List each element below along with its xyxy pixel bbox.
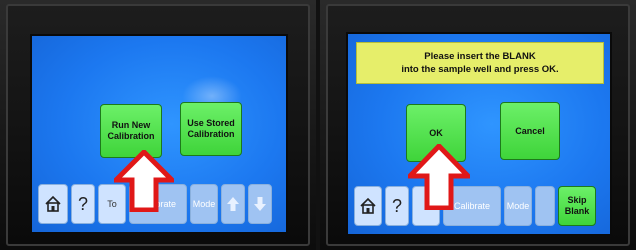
skip-blank-button[interactable]: Skip Blank bbox=[558, 186, 596, 226]
right-taskbar: ? Calibrate Mode Skip Blank bbox=[354, 186, 596, 226]
run-new-calibration-button[interactable]: Run New Calibration bbox=[100, 104, 162, 158]
ok-label: OK bbox=[429, 127, 443, 138]
blank-button[interactable] bbox=[535, 186, 555, 226]
right-touchscreen: Please insert the BLANK into the sample … bbox=[346, 32, 612, 236]
run-new-label-2: Calibration bbox=[107, 131, 155, 141]
help-label: ? bbox=[391, 195, 402, 216]
right-device-photo: Please insert the BLANK into the sample … bbox=[320, 0, 636, 250]
scroll-down-button[interactable] bbox=[248, 184, 272, 224]
left-device-photo: Run New Calibration Use Stored Calibrati… bbox=[0, 0, 316, 250]
help-label: ? bbox=[77, 193, 88, 214]
run-new-label-1: Run New bbox=[111, 120, 151, 130]
use-stored-calibration-button[interactable]: Use Stored Calibration bbox=[180, 102, 242, 156]
home-icon bbox=[45, 195, 61, 212]
scroll-up-button[interactable] bbox=[221, 184, 245, 224]
insert-blank-prompt: Please insert the BLANK into the sample … bbox=[356, 42, 604, 84]
calibrate-label: Calibrate bbox=[453, 201, 491, 211]
help-button[interactable]: ? bbox=[71, 184, 95, 224]
ok-button[interactable]: OK bbox=[406, 104, 466, 162]
skip-blank-label-2: Blank bbox=[564, 206, 590, 216]
mode-label: Mode bbox=[192, 199, 216, 209]
home-button[interactable] bbox=[354, 186, 382, 226]
use-stored-label-2: Calibration bbox=[187, 129, 235, 139]
skip-blank-label-1: Skip bbox=[567, 195, 587, 205]
use-stored-label-1: Use Stored bbox=[187, 118, 235, 128]
arrow-down-icon bbox=[254, 197, 266, 211]
home-button[interactable] bbox=[38, 184, 68, 224]
mode-button[interactable]: Mode bbox=[504, 186, 532, 226]
home-icon bbox=[360, 197, 376, 214]
left-touchscreen: Run New Calibration Use Stored Calibrati… bbox=[30, 34, 288, 234]
cancel-button[interactable]: Cancel bbox=[500, 102, 560, 160]
left-taskbar: ? To Calibrate Mode bbox=[38, 184, 272, 224]
prompt-line-1: Please insert the BLANK bbox=[424, 51, 536, 62]
mode-button[interactable]: Mode bbox=[190, 184, 218, 224]
calibrate-label: Calibrate bbox=[139, 199, 177, 209]
mode-label: Mode bbox=[506, 201, 530, 211]
calibrate-button[interactable]: Calibrate bbox=[443, 186, 501, 226]
prompt-line-2: into the sample well and press OK. bbox=[401, 64, 559, 75]
calibrate-button[interactable]: Calibrate bbox=[129, 184, 187, 224]
tools-button[interactable] bbox=[412, 186, 440, 226]
help-button[interactable]: ? bbox=[385, 186, 409, 226]
arrow-up-icon bbox=[227, 197, 239, 211]
tools-button[interactable]: To bbox=[98, 184, 126, 224]
cancel-label: Cancel bbox=[515, 125, 545, 136]
tools-label: To bbox=[107, 199, 117, 209]
